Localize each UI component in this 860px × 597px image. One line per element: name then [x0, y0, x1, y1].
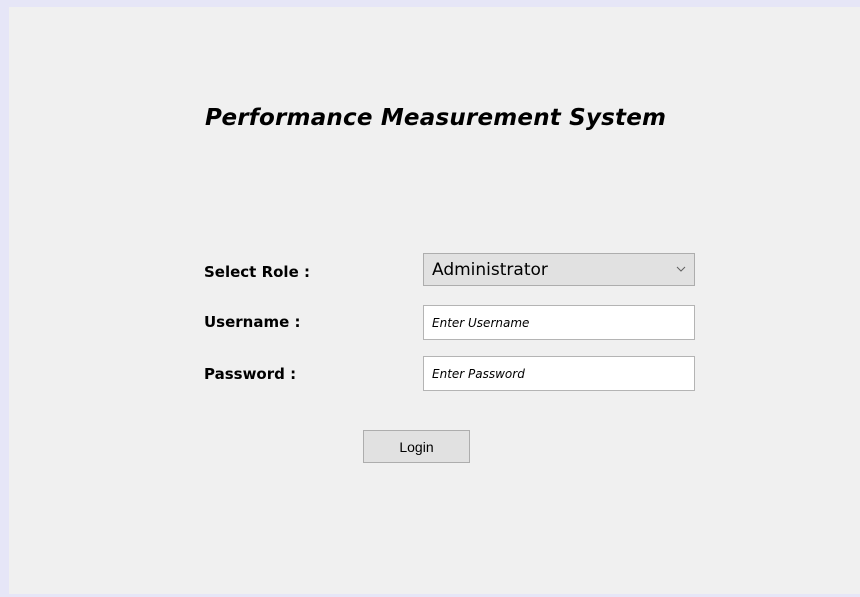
role-select-value: Administrator [432, 260, 548, 280]
password-label: Password : [204, 365, 297, 383]
login-button[interactable]: Login [363, 430, 470, 463]
username-label: Username : [204, 313, 301, 331]
page-title: Performance Measurement System [205, 105, 667, 131]
password-input[interactable] [423, 356, 695, 391]
role-label: Select Role : [204, 263, 310, 281]
chevron-down-icon [676, 266, 686, 272]
role-select[interactable]: Administrator [423, 253, 695, 286]
username-input[interactable] [423, 305, 695, 340]
login-window: Performance Measurement System Select Ro… [9, 7, 860, 594]
